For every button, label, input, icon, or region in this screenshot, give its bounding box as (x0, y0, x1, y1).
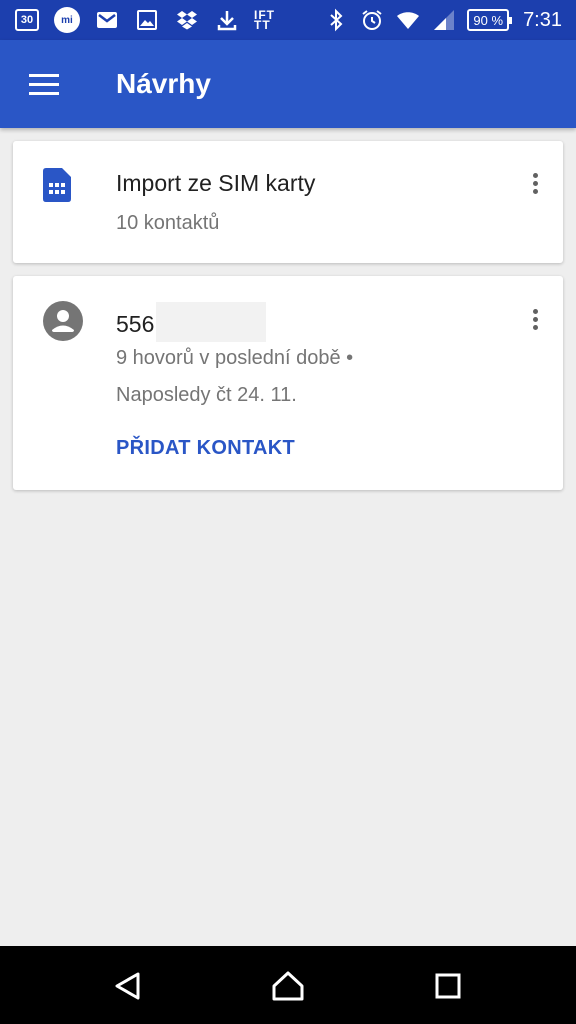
alarm-icon (359, 7, 385, 33)
dropbox-icon (174, 7, 200, 33)
battery-level: 90 % (473, 12, 504, 28)
bluetooth-icon (323, 7, 349, 33)
ifttt-icon: IFT TT (254, 8, 275, 32)
contact-number-text: 556 (116, 311, 155, 338)
calendar-day: 30 (15, 9, 39, 31)
navigation-bar (0, 946, 576, 1024)
last-call: Naposledy čt 24. 11. (116, 384, 297, 406)
card-title: Import ze SIM karty (116, 170, 316, 196)
clock: 7:31 (523, 8, 562, 31)
more-options-icon[interactable] (523, 299, 547, 339)
battery-icon: 90 % (467, 9, 512, 31)
sim-import-card[interactable]: Import ze SIM karty 10 kontaktů (13, 141, 563, 263)
gmail-icon (94, 7, 120, 33)
signal-icon (431, 7, 457, 33)
add-contact-button[interactable]: PŘIDAT KONTAKT (116, 437, 295, 460)
app-bar: Návrhy (0, 40, 576, 128)
page-title: Návrhy (116, 68, 211, 99)
mi-icon: mi (54, 7, 80, 33)
card-subtitle: 10 kontaktů (116, 212, 220, 234)
redacted-area (156, 302, 267, 342)
call-count: 9 hovorů v poslední době • (116, 347, 354, 369)
back-icon[interactable] (108, 966, 148, 1006)
sim-card-icon (43, 168, 71, 207)
more-options-icon[interactable] (523, 163, 547, 203)
status-bar: 30 mi IFT TT 90 % 7:31 (0, 0, 576, 40)
suggested-contact-card: 556 9 hovorů v poslední době • Naposledy… (13, 276, 563, 490)
home-icon[interactable] (268, 966, 308, 1006)
person-avatar-icon (43, 301, 83, 346)
wifi-icon (395, 7, 421, 33)
mi-label: mi (54, 7, 80, 33)
contact-number: 556 (116, 302, 267, 346)
calendar-icon: 30 (14, 7, 40, 33)
download-icon (214, 7, 240, 33)
recent-apps-icon[interactable] (428, 966, 468, 1006)
gallery-icon (134, 7, 160, 33)
menu-icon[interactable] (20, 60, 68, 108)
